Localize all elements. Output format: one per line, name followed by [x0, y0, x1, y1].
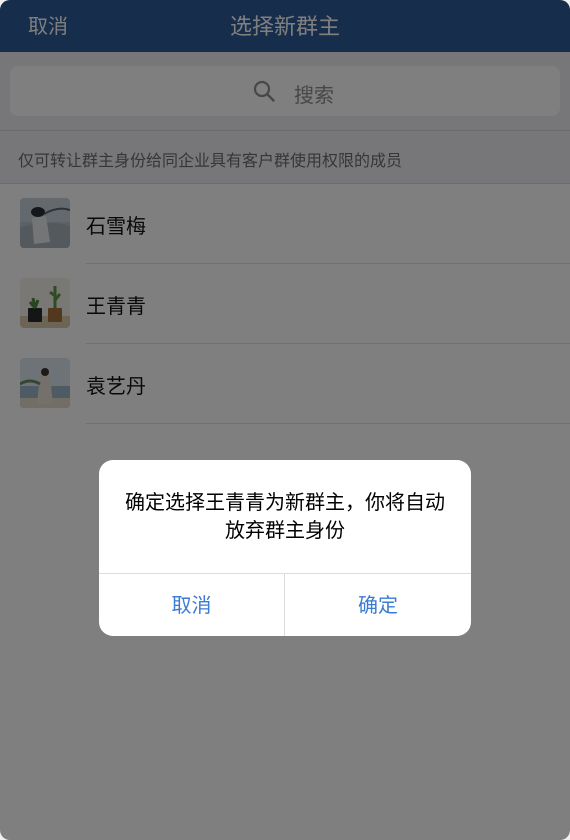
screen: 取消 选择新群主 搜索 仅可转让群主身份给同企业具有客户群使用权限的成员 [0, 0, 570, 840]
dialog-cancel-button[interactable]: 取消 [99, 574, 285, 636]
modal-overlay[interactable] [0, 0, 570, 840]
confirm-dialog: 确定选择王青青为新群主，你将自动放弃群主身份 取消 确定 [99, 460, 471, 636]
dialog-confirm-button[interactable]: 确定 [285, 574, 471, 636]
dialog-button-row: 取消 确定 [99, 573, 471, 636]
dialog-message: 确定选择王青青为新群主，你将自动放弃群主身份 [125, 490, 445, 542]
